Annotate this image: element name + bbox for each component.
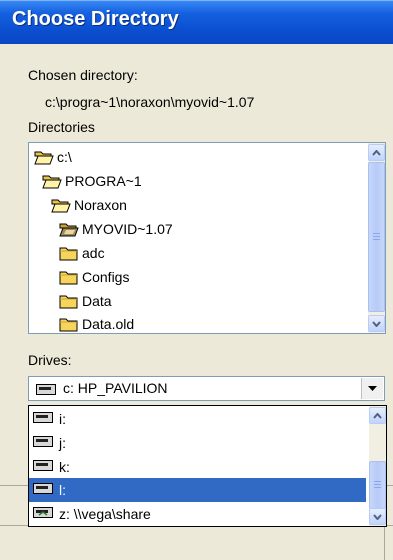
scroll-thumb[interactable] — [369, 461, 386, 509]
directory-item-label: Data.old — [82, 316, 135, 332]
drive-icon — [33, 436, 53, 447]
folder-icon — [59, 295, 78, 309]
directory-item-label: Configs — [82, 269, 130, 285]
drive-option-label: i: — [59, 411, 66, 427]
scroll-down-button[interactable] — [369, 508, 386, 525]
drive-option-label: z: \\vega\share — [59, 506, 151, 522]
drive-option-j[interactable]: j: — [29, 431, 366, 455]
drives-scrollbar[interactable] — [369, 406, 386, 526]
directory-item-data-old[interactable]: Data.old — [29, 312, 365, 333]
directory-item-noraxon[interactable]: Noraxon — [29, 193, 365, 217]
scroll-up-button[interactable] — [369, 407, 386, 424]
drives-label: Drives: — [28, 352, 72, 368]
open-folder-icon — [34, 151, 54, 165]
directory-item-label: PROGRA~1 — [65, 173, 142, 189]
directory-item-root[interactable]: c:\ — [29, 145, 365, 169]
directories-scrollbar[interactable] — [368, 143, 385, 333]
directory-item-label: Data — [82, 293, 112, 309]
network-drive-icon — [33, 507, 53, 518]
drives-selected-value: c: HP_PAVILION — [63, 380, 168, 396]
drive-option-label: l: — [59, 482, 66, 498]
chevron-down-icon — [372, 320, 381, 327]
directory-item-configs[interactable]: Configs — [29, 265, 365, 289]
drive-icon — [36, 384, 56, 395]
drive-option-k[interactable]: k: — [29, 455, 366, 479]
dropdown-button[interactable] — [361, 378, 383, 399]
drive-option-i[interactable]: i: — [29, 407, 366, 431]
window-title: Choose Directory — [12, 8, 179, 30]
drive-icon — [33, 483, 53, 494]
directory-item-progra1[interactable]: PROGRA~1 — [29, 169, 365, 193]
folder-icon — [59, 318, 78, 332]
directory-item-adc[interactable]: adc — [29, 241, 365, 265]
open-folder-current-icon — [59, 223, 79, 237]
dropdown-arrow-icon — [368, 385, 377, 391]
directories-label: Directories — [28, 119, 95, 135]
drive-icon — [33, 412, 53, 423]
scroll-down-button[interactable] — [368, 315, 385, 332]
open-folder-icon — [42, 175, 62, 189]
drive-option-label: k: — [59, 459, 70, 475]
title-bar[interactable]: Choose Directory — [0, 0, 393, 44]
directory-item-label: c:\ — [57, 149, 72, 165]
drive-option-label: j: — [59, 435, 66, 451]
chevron-up-icon — [373, 412, 382, 419]
directory-item-label: MYOVID~1.07 — [82, 221, 173, 237]
scroll-thumb[interactable] — [368, 162, 385, 312]
directory-item-myovid[interactable]: MYOVID~1.07 — [29, 217, 365, 241]
scroll-up-button[interactable] — [368, 144, 385, 161]
drive-option-l[interactable]: l: — [29, 478, 366, 502]
chosen-directory-label: Chosen directory: — [28, 67, 138, 83]
drives-dropdown-list[interactable]: i: j: k: l: z: \\vega\share — [28, 405, 387, 527]
directory-item-label: Noraxon — [74, 197, 127, 213]
folder-icon — [59, 271, 78, 285]
drive-option-z[interactable]: z: \\vega\share — [29, 502, 366, 526]
open-folder-icon — [51, 199, 71, 213]
folder-icon — [59, 247, 78, 261]
drive-icon — [33, 460, 53, 471]
chevron-up-icon — [372, 149, 381, 156]
chosen-directory-path: c:\progra~1\noraxon\myovid~1.07 — [45, 94, 255, 110]
drives-combobox[interactable]: c: HP_PAVILION — [28, 376, 385, 401]
directory-item-label: adc — [82, 245, 105, 261]
directory-item-data[interactable]: Data — [29, 289, 365, 313]
chevron-down-icon — [373, 513, 382, 520]
directories-listbox[interactable]: c:\ PROGRA~1 Noraxon MYOVID~1.07 adc Con… — [28, 142, 386, 334]
